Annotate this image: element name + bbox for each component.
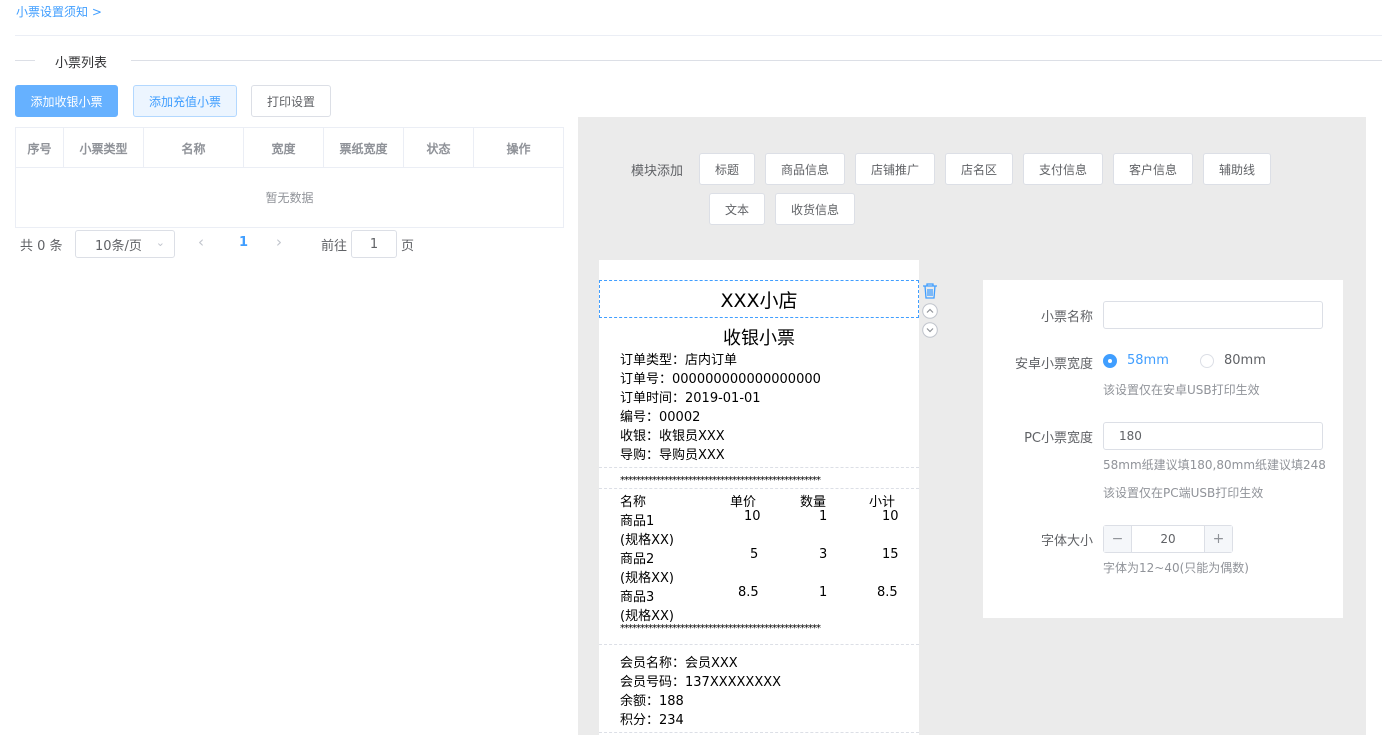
- font-size-value[interactable]: 20: [1132, 526, 1204, 552]
- page-size-value: 10条/页: [95, 238, 142, 254]
- goods-item-price: 8.5: [738, 585, 759, 600]
- section-divider-left: [15, 60, 35, 61]
- receipt-info-line: 收银：收银员XXX: [620, 429, 725, 444]
- module-payment-info-button[interactable]: 支付信息: [1023, 153, 1103, 185]
- module-customer-info-button[interactable]: 客户信息: [1113, 153, 1193, 185]
- receipt-info-line: 订单号：000000000000000000: [620, 372, 821, 387]
- goods-item-name: 商品2: [620, 552, 655, 567]
- minus-icon[interactable]: −: [1104, 526, 1132, 552]
- goods-item-spec: (规格XX): [620, 609, 674, 624]
- goods-item-qty: 1: [819, 585, 828, 600]
- receipt-preview: XXX小店 收银小票 订单类型：店内订单 订单号：000000000000000…: [599, 260, 919, 735]
- receipt-info-line: 编号：00002: [620, 410, 701, 425]
- column-header-name: 名称: [144, 128, 244, 168]
- pc-width-input[interactable]: 180: [1103, 422, 1323, 450]
- member-info-line: 余额：188: [620, 694, 684, 709]
- goods-header-subtotal: 小计: [869, 495, 896, 510]
- android-hint: 该设置仅在安卓USB打印生效: [1103, 383, 1260, 397]
- receipt-info-line: 导购：导购员XXX: [620, 448, 725, 463]
- module-goods-info-button[interactable]: 商品信息: [765, 153, 845, 185]
- radio-58mm-label[interactable]: 58mm: [1127, 353, 1169, 368]
- goods-item-name: 商品3: [620, 590, 655, 605]
- page-size-select[interactable]: 10条/页 ⌄: [75, 230, 175, 258]
- goods-header-qty: 数量: [800, 495, 827, 510]
- column-header-width: 宽度: [244, 128, 324, 168]
- column-header-paper-width: 票纸宽度: [324, 128, 404, 168]
- receipt-stars: ****************************************…: [620, 476, 821, 486]
- column-header-status: 状态: [404, 128, 474, 168]
- member-info-line: 积分：234: [620, 713, 684, 728]
- receipt-title[interactable]: 收银小票: [599, 324, 919, 350]
- goods-header-price: 单价: [730, 495, 757, 510]
- member-info-line: 会员名称：会员XXX: [620, 656, 738, 671]
- column-header-actions: 操作: [506, 141, 531, 156]
- page-suffix: 页: [401, 239, 415, 254]
- receipt-separator: [599, 732, 919, 733]
- pc-width-hint: 58mm纸建议填180,80mm纸建议填248: [1103, 458, 1326, 472]
- font-size-hint: 字体为12~40(只能为偶数): [1103, 561, 1249, 575]
- trash-icon[interactable]: [921, 282, 939, 304]
- ticket-name-label: 小票名称: [1040, 310, 1093, 325]
- pc-usb-hint: 该设置仅在PC端USB打印生效: [1103, 486, 1264, 500]
- chevron-down-icon: ⌄: [155, 236, 165, 249]
- member-info-line: 会员号码：137XXXXXXXX: [620, 675, 782, 690]
- radio-80mm-label[interactable]: 80mm: [1224, 353, 1266, 368]
- module-guide-line-button[interactable]: 辅助线: [1203, 153, 1271, 185]
- font-size-stepper[interactable]: − 20 +: [1103, 525, 1233, 553]
- receipt-info-line: 订单时间：2019-01-01: [620, 391, 761, 406]
- receipt-separator: [599, 467, 919, 468]
- goods-header-name: 名称: [620, 495, 647, 510]
- settings-panel: 小票名称 安卓小票宽度 58mm 80mm 该设置仅在安卓USB打印生效 PC小…: [983, 280, 1343, 618]
- table-empty-text: 暂无数据: [265, 191, 314, 205]
- receipt-stars: ****************************************…: [620, 624, 821, 634]
- receipt-shop-name[interactable]: XXX小店: [599, 280, 919, 318]
- prev-page-icon[interactable]: ‹: [198, 233, 204, 251]
- section-title: 小票列表: [55, 56, 108, 71]
- android-width-label: 安卓小票宽度: [1014, 357, 1093, 372]
- move-down-icon[interactable]: [922, 322, 938, 342]
- goods-item-qty: 1: [819, 509, 828, 524]
- page-number-current[interactable]: 1: [239, 235, 248, 250]
- receipt-table: 序号 小票类型 名称 宽度 票纸宽度 状态 操作 暂无数据: [15, 127, 564, 228]
- plus-icon[interactable]: +: [1204, 526, 1232, 552]
- goods-item-subtotal: 15: [882, 547, 899, 562]
- goods-item-qty: 3: [819, 547, 828, 562]
- breadcrumb-link[interactable]: 小票设置须知 >: [16, 3, 102, 20]
- goods-item-name: 商品1: [620, 514, 655, 529]
- table-header: 序号 小票类型 名称 宽度 票纸宽度 状态 操作: [16, 128, 563, 168]
- column-header-type: 小票类型: [64, 128, 144, 168]
- goto-page-input[interactable]: 1: [351, 230, 397, 258]
- print-settings-button[interactable]: 打印设置: [251, 85, 331, 117]
- font-size-label: 字体大小: [1040, 534, 1093, 549]
- receipt-info-line: 订单类型：店内订单: [620, 353, 738, 368]
- column-header-index: 序号: [16, 128, 64, 168]
- radio-58mm[interactable]: [1103, 354, 1117, 368]
- radio-80mm[interactable]: [1200, 354, 1214, 368]
- module-add-label: 模块添加: [631, 164, 684, 179]
- divider: [15, 35, 1382, 36]
- goods-item-subtotal: 10: [882, 509, 899, 524]
- pagination-total: 共 0 条: [20, 239, 63, 254]
- goods-item-spec: (规格XX): [620, 533, 674, 548]
- ticket-name-input[interactable]: [1103, 301, 1323, 329]
- pc-width-label: PC小票宽度: [1024, 431, 1093, 446]
- goods-item-price: 5: [750, 547, 759, 562]
- module-text-button[interactable]: 文本: [709, 193, 765, 225]
- add-cash-receipt-button[interactable]: 添加收银小票: [15, 85, 118, 117]
- module-shop-promo-button[interactable]: 店铺推广: [855, 153, 935, 185]
- goto-label: 前往: [321, 239, 348, 254]
- goods-item-price: 10: [744, 509, 761, 524]
- add-recharge-receipt-button[interactable]: 添加充值小票: [133, 85, 237, 117]
- move-up-icon[interactable]: [922, 303, 938, 323]
- module-shop-name-button[interactable]: 店名区: [945, 153, 1013, 185]
- module-delivery-info-button[interactable]: 收货信息: [775, 193, 855, 225]
- next-page-icon[interactable]: ›: [276, 233, 282, 251]
- goods-item-subtotal: 8.5: [877, 585, 898, 600]
- receipt-separator: [599, 644, 919, 645]
- section-divider-right: [131, 60, 1382, 61]
- module-title-button[interactable]: 标题: [699, 153, 755, 185]
- receipt-separator: [599, 488, 919, 489]
- goods-item-spec: (规格XX): [620, 571, 674, 586]
